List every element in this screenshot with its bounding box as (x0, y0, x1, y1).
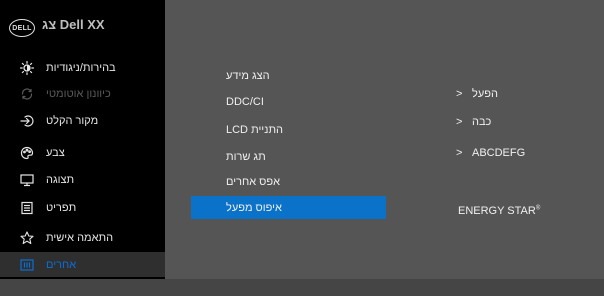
dell-logo: DELL (9, 19, 35, 37)
menu-item-factory-reset[interactable]: איפוס מפעל (191, 196, 386, 219)
sidebar-item-label: מקור הקלט (46, 114, 99, 127)
sidebar-item-label: בהירות/ניגודיות (46, 61, 116, 74)
input-source-icon (20, 114, 34, 128)
sidebar-item-label: תפריט (46, 201, 77, 214)
menu-item-lcd-conditioning[interactable]: LCD התניית (191, 118, 386, 141)
auto-adjust-icon (20, 87, 34, 101)
lcd-conditioning-value[interactable]: > כבה (456, 113, 491, 131)
star-icon (20, 230, 34, 245)
color-icon (20, 146, 34, 160)
sidebar-item-label: אחרים (46, 258, 77, 271)
osd-title: צג Dell XX (42, 17, 105, 32)
menu-item-label: תג שרות (226, 150, 266, 163)
sidebar-item-auto-adjust[interactable]: כיוונון אוטומטי (0, 81, 165, 106)
menu-item-label: הצג מידע (226, 69, 270, 82)
service-tag-value: > ABCDEFG (456, 144, 525, 162)
others-icon (20, 258, 34, 272)
energy-star-text: ENERGY STAR (458, 205, 536, 217)
osd-sidebar: DELL צג Dell XX בהירות/ניגודיות כיוונון … (0, 0, 165, 296)
sidebar-item-label: צבע (46, 146, 65, 159)
menu-item-display-info[interactable]: הצג מידע (191, 64, 386, 87)
sidebar-item-brightness-contrast[interactable]: בהירות/ניגודיות (0, 55, 165, 80)
service-tag-value-text: ABCDEFG (472, 147, 526, 159)
sidebar-item-others[interactable]: אחרים (0, 252, 165, 277)
display-icon (20, 173, 34, 187)
sidebar-item-label: התאמה אישית (46, 231, 114, 244)
sidebar-item-input-source[interactable]: מקור הקלט (0, 108, 165, 133)
menu-item-label: איפוס מפעל (226, 201, 282, 214)
registered-mark: ® (535, 205, 541, 212)
menu-icon (20, 201, 34, 215)
menu-item-service-tag[interactable]: תג שרות (191, 145, 386, 168)
ddcci-value-text: הפעל (472, 88, 498, 100)
sidebar-item-label: כיוונון אוטומטי (46, 87, 111, 100)
sidebar-item-personalize[interactable]: התאמה אישית (0, 225, 165, 250)
sidebar-item-menu[interactable]: תפריט (0, 195, 165, 220)
osd-header: DELL צג Dell XX (0, 0, 165, 55)
menu-item-label: LCD התניית (226, 123, 284, 136)
menu-item-ddcci[interactable]: DDC/CI (191, 90, 386, 113)
energy-star-label: ENERGY STAR® (458, 205, 540, 217)
menu-item-label: אפס אחרים (226, 175, 281, 188)
menu-item-label: DDC/CI (226, 95, 264, 108)
chevron-right-icon: > (456, 88, 463, 100)
sidebar-item-color[interactable]: צבע (0, 140, 165, 165)
sidebar-item-display[interactable]: תצוגה (0, 167, 165, 192)
chevron-right-icon: > (456, 147, 463, 159)
sidebar-item-label: תצוגה (46, 173, 75, 186)
chevron-right-icon: > (456, 116, 463, 128)
brightness-icon (20, 60, 34, 75)
monitor-osd: DELL צג Dell XX בהירות/ניגודיות כיוונון … (0, 0, 604, 296)
menu-item-reset-others[interactable]: אפס אחרים (191, 170, 386, 193)
lcd-conditioning-value-text: כבה (472, 116, 492, 128)
osd-content-panel: הצג מידע DDC/CI LCD התניית תג שרות אפס א… (165, 0, 604, 296)
osd-footer-bar (0, 279, 604, 296)
ddcci-value[interactable]: > הפעל (456, 85, 498, 103)
